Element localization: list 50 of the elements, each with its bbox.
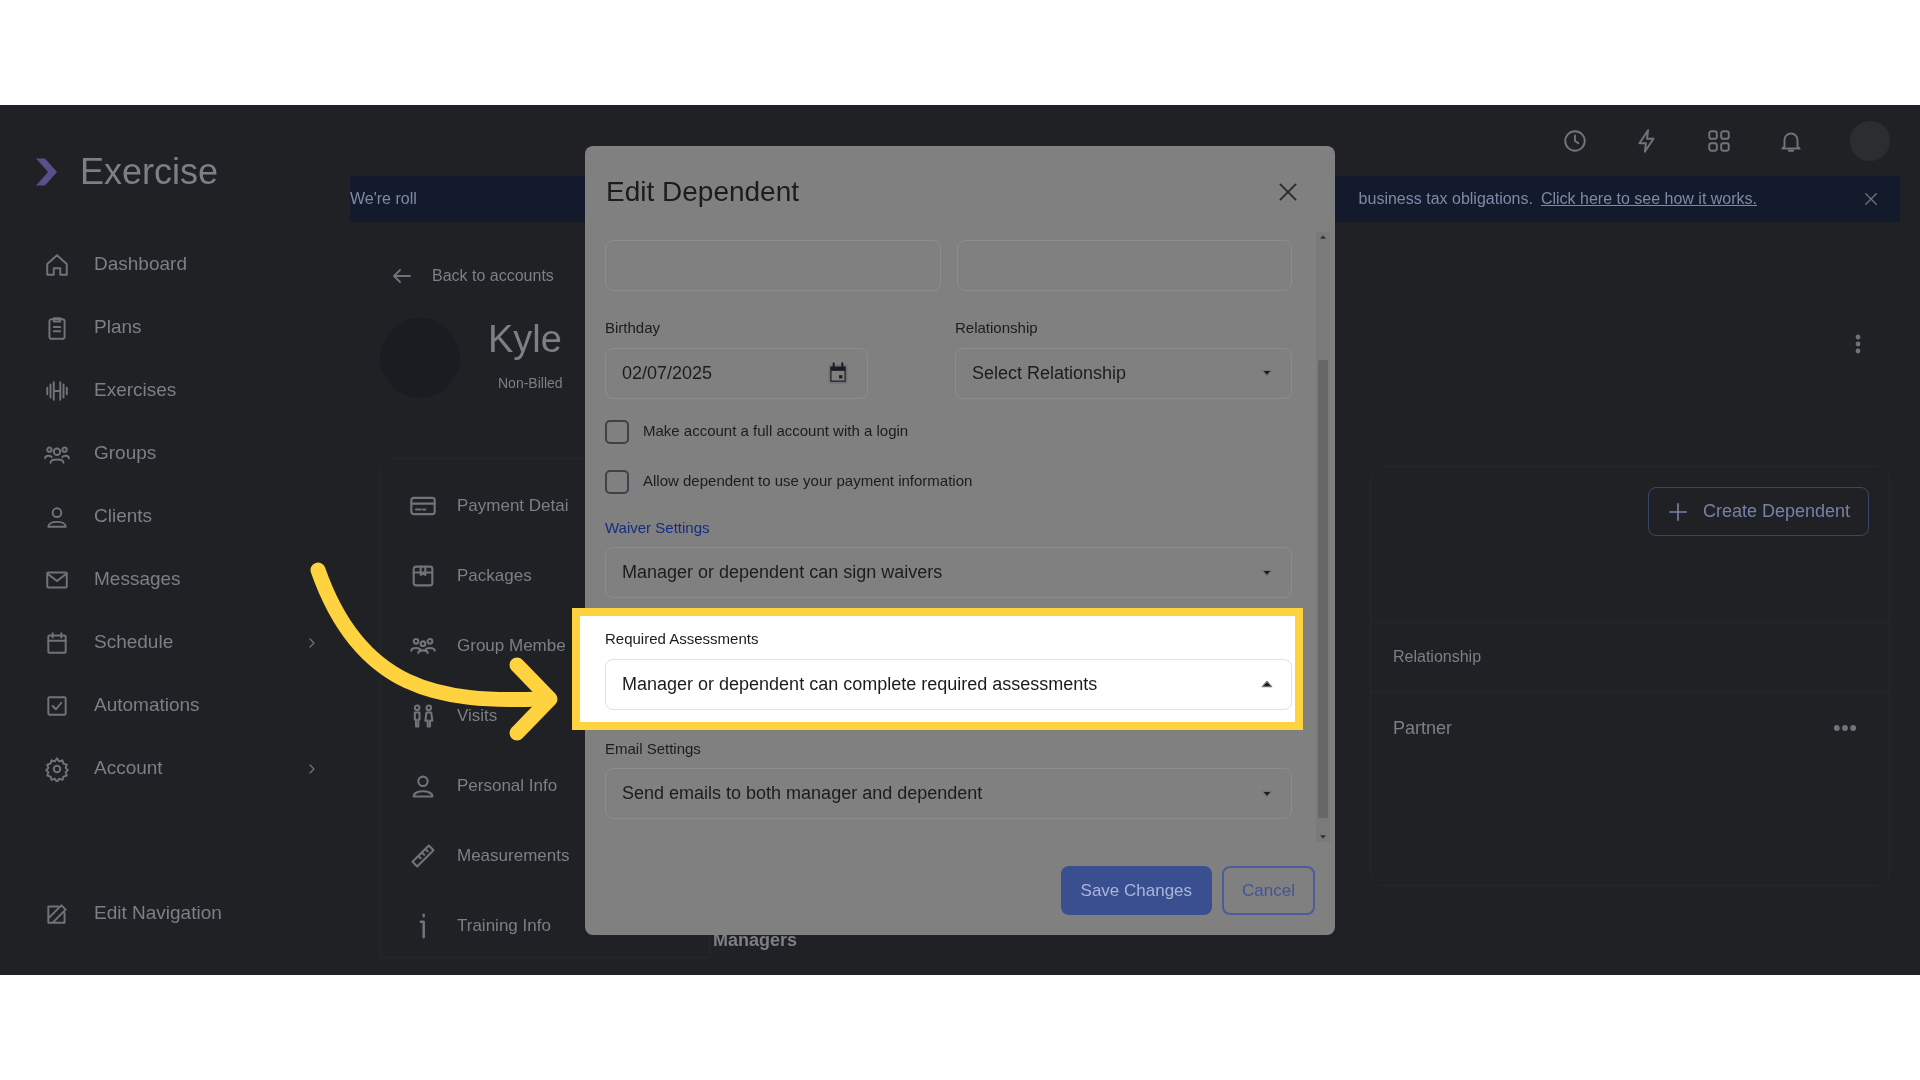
sidebar-item[interactable]: Schedule <box>30 611 320 674</box>
sidebar-item[interactable]: Groups <box>30 422 320 485</box>
create-dependent-button[interactable]: Create Dependent <box>1647 487 1869 536</box>
house-icon <box>44 251 70 278</box>
client-name: Kyle <box>488 319 563 358</box>
calendar-icon[interactable] <box>825 360 851 386</box>
scrollbar[interactable] <box>1316 232 1330 842</box>
settings-select[interactable]: Manager or dependent can complete required assessments <box>605 658 1292 710</box>
sidebar-item[interactable]: Clients <box>30 485 320 548</box>
sidebar-item[interactable]: Dashboard <box>30 233 320 296</box>
sidebar-item[interactable]: Plans <box>30 296 320 359</box>
edit-navigation-link[interactable]: Edit Navigation <box>30 882 320 945</box>
clock-icon[interactable] <box>1562 127 1588 154</box>
plus-icon <box>1666 500 1689 523</box>
settings-select[interactable]: Send emails to both manager and dependent <box>605 768 1292 819</box>
close-icon[interactable] <box>1862 190 1880 208</box>
sidebar-item[interactable]: Automations <box>30 674 320 737</box>
info-icon <box>419 912 427 940</box>
relationship-select[interactable]: Select Relationship <box>955 347 1292 399</box>
section-heading: Managers <box>713 929 798 952</box>
checkbox-label: Make account a full account with a login <box>643 421 909 442</box>
field-label: Relationship <box>955 318 1039 338</box>
modal-title: Edit Dependent <box>606 175 800 209</box>
app-logo-text: Exercise <box>80 150 219 194</box>
save-button[interactable]: Save Changes <box>1060 865 1213 915</box>
sidebar-item[interactable]: Messages <box>30 548 320 611</box>
gear-icon <box>44 755 70 782</box>
field-label: Birthday <box>605 318 662 338</box>
settings-select[interactable]: Manager or dependent can sign waivers <box>605 547 1292 598</box>
profile-menu-item[interactable]: Training Info <box>409 891 709 961</box>
banner-link[interactable]: Click here to see how it works. <box>1540 187 1757 211</box>
sidebar-item[interactable]: Account <box>30 737 320 800</box>
table-cell-text: Partner <box>1393 716 1453 740</box>
sidebar-item[interactable]: Exercises <box>30 359 320 422</box>
checkbox-label: Allow dependent to use your payment information <box>643 471 973 492</box>
field-label: Required Assessments <box>605 629 760 649</box>
calendar-icon <box>44 629 70 656</box>
grid-icon[interactable] <box>1706 127 1732 154</box>
banner-text: business tax obligations. <box>1358 189 1533 209</box>
profile-menu-item[interactable]: Measurements <box>409 821 709 891</box>
ruler-icon <box>409 842 437 870</box>
settings-link[interactable]: Waiver Settings <box>605 516 1292 539</box>
date-field[interactable]: 02/07/2025 <box>605 347 868 399</box>
checkbox[interactable] <box>605 419 629 444</box>
back-link[interactable]: Back to accounts <box>390 264 710 288</box>
status-label: Non-Billed <box>497 373 564 393</box>
banner-text: We're roll <box>350 189 417 209</box>
field-label: Email Settings <box>605 738 702 759</box>
column-header: Relationship <box>1371 622 1889 692</box>
checkbox[interactable] <box>605 469 629 494</box>
